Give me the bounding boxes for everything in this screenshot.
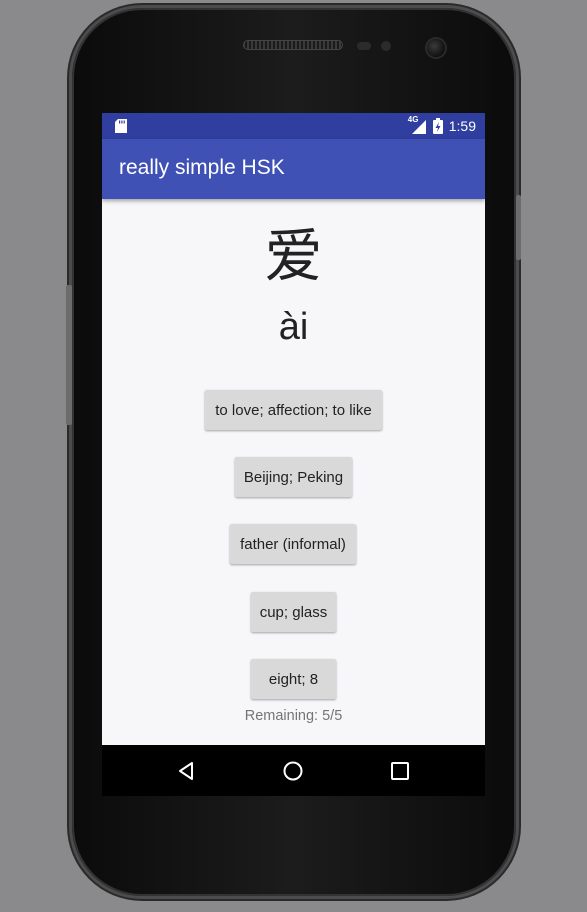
- volume-button: [66, 285, 72, 425]
- signal-icon: 4G: [408, 115, 427, 134]
- recents-icon[interactable]: [386, 757, 414, 785]
- remaining-counter: Remaining: 5/5: [244, 708, 343, 724]
- clock: 1:59: [448, 118, 476, 134]
- answer-button-1[interactable]: to love; affection; to like: [205, 390, 382, 430]
- light-sensor: [381, 41, 391, 51]
- pinyin-text: ài: [278, 306, 309, 348]
- hanzi-character: 爱: [264, 222, 323, 290]
- answer-button-2[interactable]: Beijing; Peking: [235, 457, 352, 497]
- app-title: really simple HSK: [119, 156, 285, 179]
- earpiece-speaker: [243, 40, 343, 50]
- status-bar: 4G 1:59: [102, 113, 485, 139]
- home-icon[interactable]: [279, 757, 307, 785]
- answer-button-3[interactable]: father (informal): [230, 524, 356, 564]
- back-icon[interactable]: [173, 757, 201, 785]
- navigation-bar: [102, 745, 485, 796]
- answer-button-4[interactable]: cup; glass: [251, 592, 336, 632]
- app-bar: really simple HSK: [102, 139, 485, 199]
- answer-button-5[interactable]: eight; 8: [251, 659, 336, 699]
- proximity-sensor: [357, 42, 371, 50]
- phone-screen: 4G 1:59 really simple HSK 爱 ài to love; …: [102, 113, 485, 796]
- battery-charging-icon: [432, 118, 443, 134]
- sd-card-icon: [115, 119, 127, 133]
- power-button: [516, 195, 521, 260]
- quiz-content: 爱 ài to love; affection; to like Beijing…: [102, 199, 485, 745]
- front-camera: [427, 39, 445, 57]
